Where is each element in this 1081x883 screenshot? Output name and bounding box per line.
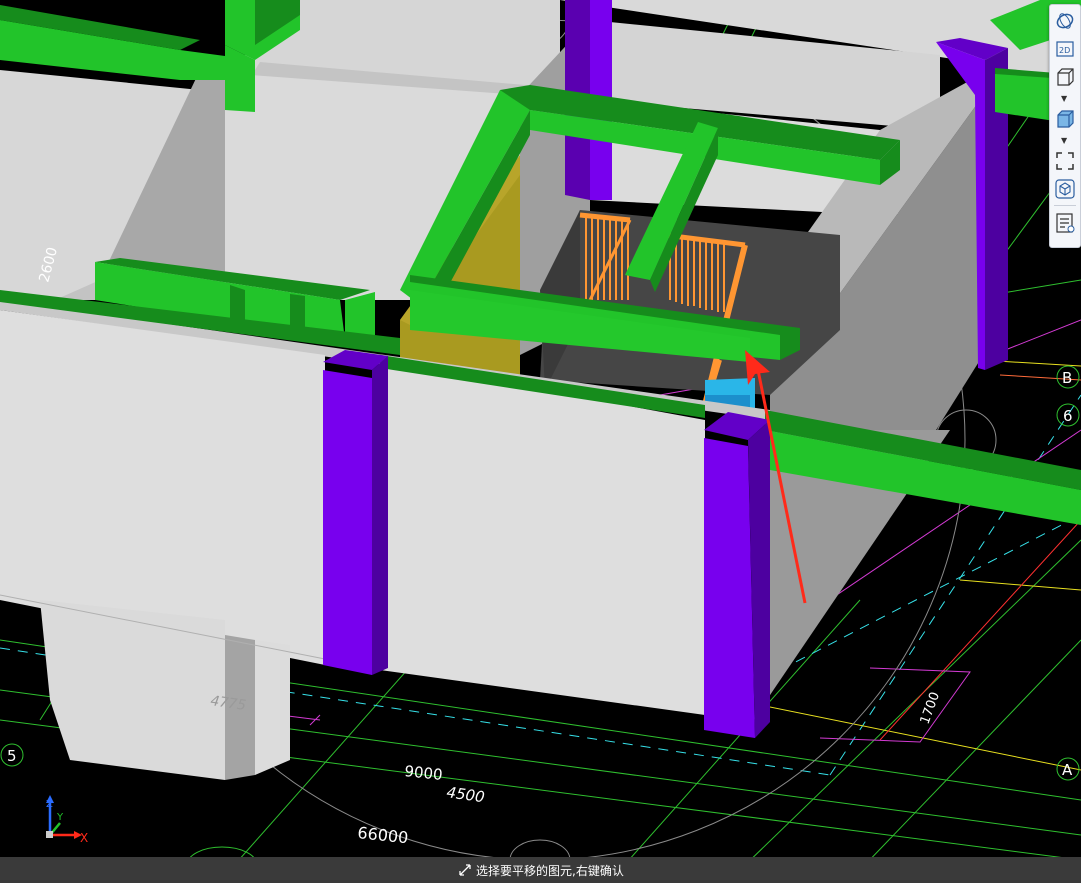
axis-bubble-B: B: [1056, 365, 1080, 389]
dim-1700: 1700: [918, 690, 943, 726]
axis-x-label: X: [80, 831, 88, 845]
view-cube-button[interactable]: [1053, 177, 1077, 201]
status-message: 选择要平移的图元,右键确认: [476, 864, 624, 878]
3d-viewport[interactable]: 2600 9000 4500 66000 1700 4500 4775 600 …: [0, 0, 1081, 883]
svg-text:6: 6: [1063, 407, 1073, 425]
axis-bubble-6-right: 6: [1056, 403, 1080, 427]
axis-indicator: Z Y X: [36, 793, 96, 848]
status-bar: 选择要平移的图元,右键确认: [0, 857, 1081, 883]
move-icon: [459, 864, 471, 876]
axis-y-label: Y: [56, 812, 64, 823]
dim-4500: 4500: [445, 783, 485, 806]
model-canvas[interactable]: 2600 9000 4500 66000 1700 4500 4775 600 …: [0, 0, 1081, 883]
dim-66000: 66000: [357, 823, 410, 847]
axis-z-label: Z: [46, 799, 53, 810]
fit-extents-icon: [1056, 152, 1074, 170]
view-2d-button[interactable]: 2D: [1053, 37, 1077, 61]
wireframe-view-button[interactable]: [1053, 65, 1077, 89]
properties-panel-button[interactable]: [1053, 211, 1077, 235]
axis-bubble-5: 5: [0, 743, 24, 767]
view-dropdown-caret[interactable]: ▼: [1061, 95, 1067, 103]
properties-panel-icon: [1056, 213, 1075, 233]
shaded-box-icon: [1057, 110, 1074, 128]
view-cube-icon: [1055, 179, 1075, 199]
view-toolbar: 2D ▼ ▼: [1049, 4, 1081, 248]
svg-text:A: A: [1062, 761, 1073, 779]
svg-text:2D: 2D: [1059, 46, 1070, 55]
orbit-button[interactable]: [1053, 9, 1077, 33]
fit-extents-button[interactable]: [1053, 149, 1077, 173]
view-2d-icon: 2D: [1056, 41, 1074, 57]
toolbar-divider: [1054, 205, 1076, 206]
orbit-icon: [1056, 13, 1074, 29]
shade-dropdown-caret[interactable]: ▼: [1061, 137, 1067, 145]
svg-text:5: 5: [7, 747, 17, 765]
dim-9000: 9000: [404, 762, 444, 784]
wireframe-box-icon: [1057, 68, 1074, 86]
shaded-view-button[interactable]: [1053, 107, 1077, 131]
svg-text:B: B: [1062, 369, 1072, 387]
